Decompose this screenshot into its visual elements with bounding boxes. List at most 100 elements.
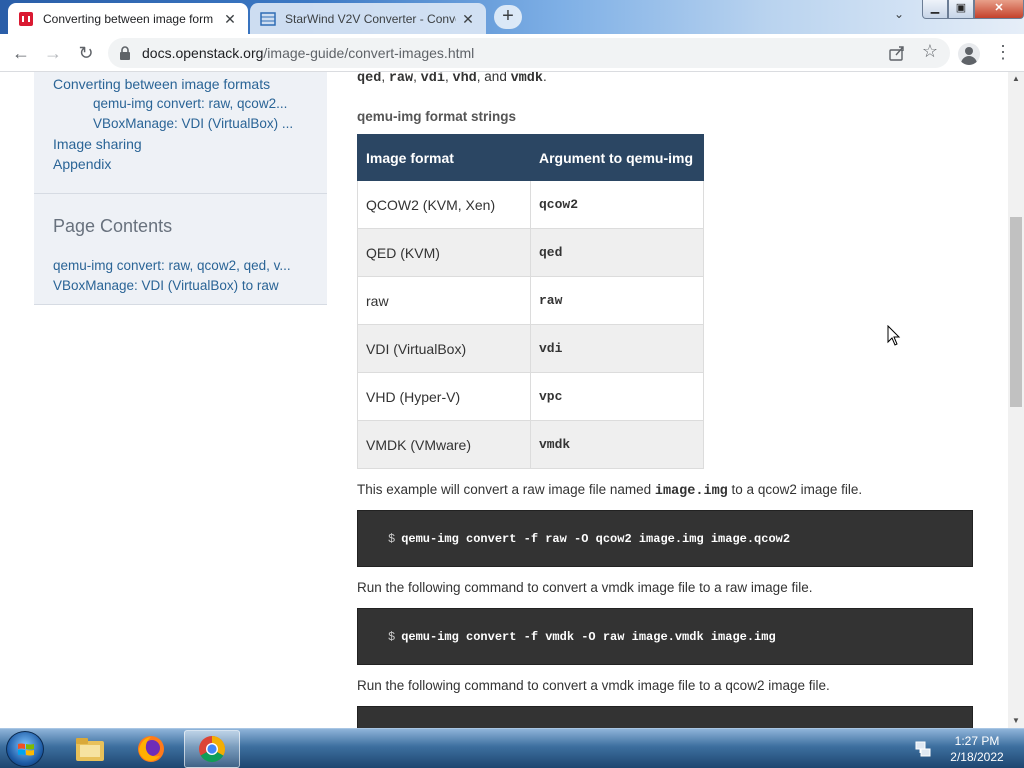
text: to a qcow2 image file.	[727, 482, 863, 497]
back-button[interactable]: ←	[8, 40, 34, 66]
minimize-button[interactable]: ▁	[922, 0, 948, 19]
separator: .	[542, 72, 547, 84]
table-row: VMDK (VMware) vmdk	[357, 420, 704, 469]
firefox-icon	[138, 736, 164, 762]
code-raw: raw	[388, 72, 414, 86]
command-text: qemu-img convert -f vmdk -O raw image.vm…	[401, 630, 776, 644]
sidebar-item-qemu-img[interactable]: qemu-img convert: raw, qcow2...	[93, 96, 287, 111]
format-cell: VDI (VirtualBox)	[357, 324, 531, 373]
format-cell: VMDK (VMware)	[357, 420, 531, 469]
tab-title: Converting between image form	[43, 11, 214, 26]
tab-title: StarWind V2V Converter - Conve	[285, 11, 456, 26]
code-vhd: vhd	[452, 72, 477, 86]
code-qed: qed	[357, 72, 382, 86]
url-text[interactable]: docs.openstack.org/image-guide/convert-i…	[142, 45, 474, 61]
starwind-favicon-icon	[260, 11, 276, 27]
shell-prompt: $	[388, 532, 396, 546]
column-header: Image format	[357, 134, 531, 181]
format-cell: raw	[357, 276, 531, 325]
scrollbar-thumb[interactable]	[1010, 217, 1022, 407]
table-row: QED (KVM) qed	[357, 228, 704, 277]
command-text: qemu-img convert -f raw -O qcow2 image.i…	[401, 532, 791, 546]
intro-format-list: qed, raw, vdi, vhd, and vmdk.	[357, 72, 547, 86]
tab-search-icon[interactable]: ⌄	[888, 7, 910, 27]
address-bar[interactable]: docs.openstack.org/image-guide/convert-i…	[108, 38, 950, 68]
scroll-up-arrow-icon[interactable]: ▲	[1008, 72, 1024, 86]
table-caption: qemu-img format strings	[357, 109, 517, 124]
sidebar-item-converting-formats[interactable]: Converting between image formats	[53, 76, 270, 92]
table-row: VDI (VirtualBox) vdi	[357, 324, 704, 373]
clock-time: 1:27 PM	[954, 734, 1000, 748]
sidebar-item-image-sharing[interactable]: Image sharing	[53, 136, 142, 152]
page-contents-vboxmanage[interactable]: VBoxManage: VDI (VirtualBox) to raw	[53, 278, 279, 293]
format-strings-table: Image format Argument to qemu-img QCOW2 …	[357, 134, 704, 469]
clock-date: 2/18/2022	[950, 750, 1004, 764]
table-header-row: Image format Argument to qemu-img	[357, 134, 704, 181]
start-button[interactable]	[6, 731, 44, 767]
format-cell: QCOW2 (KVM, Xen)	[357, 180, 531, 229]
taskbar-clock[interactable]: 1:27 PM 2/18/2022	[942, 733, 1012, 765]
system-tray: 1:27 PM 2/18/2022	[904, 729, 1024, 768]
windows-taskbar: 1:27 PM 2/18/2022	[0, 728, 1024, 768]
separator: ,	[381, 72, 389, 84]
window-controls: ▁ ▣ ✕	[922, 0, 1024, 20]
format-cell: QED (KVM)	[357, 228, 531, 277]
shell-prompt: $	[388, 630, 396, 644]
close-window-button[interactable]: ✕	[974, 0, 1024, 19]
table-row: QCOW2 (KVM, Xen) qcow2	[357, 180, 704, 229]
code-block-vmdk-to-qcow2[interactable]	[357, 706, 973, 728]
sidebar-item-appendix[interactable]: Appendix	[53, 156, 111, 172]
tab-close-icon[interactable]: ✕	[460, 11, 476, 27]
share-icon[interactable]	[888, 44, 906, 62]
paragraph-vmdk-to-raw: Run the following command to convert a v…	[357, 580, 813, 595]
reload-button[interactable]: ↻	[73, 40, 99, 66]
windows-logo-icon	[18, 743, 34, 756]
format-cell: VHD (Hyper-V)	[357, 372, 531, 421]
sidebar-divider	[34, 304, 327, 305]
separator: , and	[476, 72, 511, 84]
file-explorer-icon	[76, 738, 104, 761]
page-contents-qemu-img[interactable]: qemu-img convert: raw, qcow2, qed, v...	[53, 258, 291, 273]
code-block-vmdk-to-raw[interactable]: $ qemu-img convert -f vmdk -O raw image.v…	[357, 608, 973, 665]
page-contents-title: Page Contents	[53, 216, 173, 236]
paragraph-vmdk-to-qcow2: Run the following command to convert a v…	[357, 678, 830, 693]
new-tab-button[interactable]: +	[494, 5, 522, 29]
separator: ,	[413, 72, 421, 84]
code-image-img: image.img	[654, 484, 728, 499]
column-header: Argument to qemu-img	[530, 134, 704, 181]
network-icon[interactable]	[914, 740, 932, 758]
taskbar-firefox[interactable]	[123, 730, 179, 768]
tab-strip: Converting between image form ✕ StarWind…	[0, 0, 1024, 34]
url-path: /image-guide/convert-images.html	[263, 45, 475, 61]
chrome-menu-icon[interactable]: ⋮	[994, 42, 1012, 64]
mouse-cursor-icon	[887, 325, 901, 346]
bookmark-star-icon[interactable]: ☆	[922, 41, 938, 62]
url-host: docs.openstack.org	[142, 45, 264, 61]
sidebar-divider	[34, 193, 327, 194]
taskbar-explorer[interactable]	[62, 730, 118, 768]
maximize-button[interactable]: ▣	[948, 0, 974, 19]
table-row: VHD (Hyper-V) vpc	[357, 372, 704, 421]
openstack-favicon-icon	[18, 11, 34, 27]
profile-avatar-icon[interactable]	[958, 43, 980, 65]
argument-cell: vdi	[530, 324, 704, 373]
code-vmdk: vmdk	[510, 72, 543, 86]
taskbar-chrome[interactable]	[184, 730, 240, 768]
tab-converting-images[interactable]: Converting between image form ✕	[8, 3, 248, 34]
lock-icon[interactable]	[118, 45, 132, 61]
chrome-icon	[199, 736, 226, 763]
scroll-down-arrow-icon[interactable]: ▼	[1008, 714, 1024, 728]
tab-starwind[interactable]: StarWind V2V Converter - Conve ✕	[250, 3, 486, 34]
sidebar: Converting between image formats qemu-im…	[34, 72, 327, 305]
forward-button[interactable]: →	[40, 40, 66, 66]
argument-cell: vmdk	[530, 420, 704, 469]
argument-cell: qcow2	[530, 180, 704, 229]
text: This example will convert a raw image fi…	[357, 482, 655, 497]
page-viewport: Converting between image formats qemu-im…	[0, 72, 1008, 728]
code-block-raw-to-qcow2[interactable]: $ qemu-img convert -f raw -O qcow2 image.…	[357, 510, 973, 567]
browser-toolbar: ← → ↻ docs.openstack.org/image-guide/con…	[0, 34, 1024, 72]
tab-close-icon[interactable]: ✕	[222, 11, 238, 27]
sidebar-item-vboxmanage[interactable]: VBoxManage: VDI (VirtualBox) ...	[93, 116, 293, 131]
page-scrollbar[interactable]: ▲ ▼	[1008, 72, 1024, 728]
table-row: raw raw	[357, 276, 704, 325]
